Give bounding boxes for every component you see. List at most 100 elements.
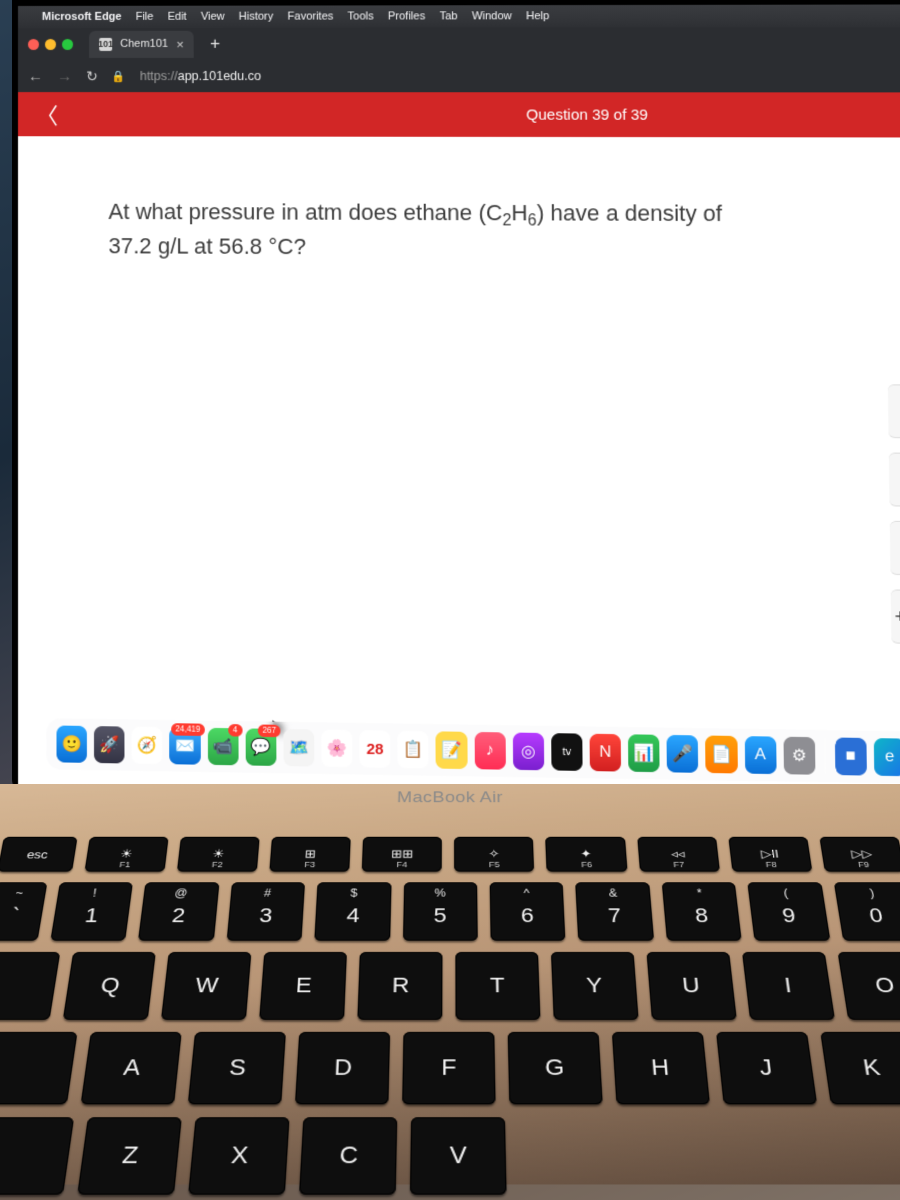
menubar-item[interactable]: Window bbox=[472, 10, 512, 22]
menubar-item[interactable]: Tools bbox=[348, 10, 374, 22]
dock-edge-icon[interactable]: e bbox=[874, 738, 900, 776]
dock-numbers-icon[interactable]: 📊 bbox=[628, 734, 660, 772]
dock-settings-icon[interactable]: ⚙︎ bbox=[783, 737, 815, 775]
dock-finder-icon[interactable]: 🙂 bbox=[56, 725, 87, 762]
menubar-item[interactable]: View bbox=[201, 11, 225, 23]
window-controls bbox=[28, 38, 73, 49]
dock-appstore-icon[interactable]: A bbox=[744, 736, 776, 774]
dock-safari-icon[interactable]: 🧭 bbox=[132, 727, 163, 764]
dock-separator bbox=[824, 738, 825, 773]
keyboard-key: (9 bbox=[747, 882, 830, 940]
menubar-item[interactable]: Edit bbox=[168, 11, 187, 23]
keyboard-key: Q bbox=[63, 952, 156, 1020]
browser-toolbar: ← → ↻ 🔒 https://app.101edu.co bbox=[18, 60, 900, 93]
lock-icon: 🔒 bbox=[112, 70, 126, 83]
menubar-item[interactable]: Profiles bbox=[388, 10, 425, 22]
facetime-badge: 4 bbox=[228, 724, 242, 736]
tab-title: Chem101 bbox=[120, 38, 168, 50]
keyboard-key: #3 bbox=[226, 882, 305, 940]
window-close-button[interactable] bbox=[28, 38, 39, 49]
keyboard-key: J bbox=[716, 1032, 817, 1104]
browser-tab[interactable]: 101 Chem101 × bbox=[89, 30, 194, 57]
dock-news-icon[interactable]: N bbox=[590, 734, 622, 772]
macos-menubar: Microsoft Edge File Edit View History Fa… bbox=[18, 4, 900, 28]
window-minimize-button[interactable] bbox=[45, 38, 56, 49]
question-progress: Question 39 of 39 bbox=[526, 106, 648, 123]
tab-favicon: 101 bbox=[99, 37, 112, 50]
url-bar[interactable]: https://app.101edu.co bbox=[140, 69, 261, 83]
window-zoom-button[interactable] bbox=[62, 38, 73, 49]
keyboard-key: ✧F5 bbox=[454, 837, 534, 872]
dock-reminders-icon[interactable]: 📋 bbox=[398, 731, 429, 769]
keyboard-key: esc bbox=[0, 837, 77, 872]
menubar-item[interactable]: Tab bbox=[439, 10, 457, 22]
browser-tab-strip: 101 Chem101 × + bbox=[18, 27, 900, 60]
keyboard-key: W bbox=[161, 952, 251, 1020]
keyboard-key: ⊞F3 bbox=[269, 837, 351, 872]
menubar-item[interactable]: Help bbox=[526, 10, 549, 22]
dock-tv-icon[interactable]: tv bbox=[551, 733, 583, 771]
keyboard-key: K bbox=[820, 1032, 900, 1104]
dock-pages-icon[interactable]: 📄 bbox=[705, 736, 737, 774]
dock-facetime-icon[interactable]: 📹 4 bbox=[207, 728, 238, 766]
keyboard-key: F bbox=[402, 1032, 495, 1104]
keyboard-key: ☀F2 bbox=[177, 837, 260, 872]
dock-keynote-icon[interactable]: 🎤 bbox=[667, 735, 699, 773]
keyboard-key: H bbox=[612, 1032, 710, 1104]
menubar-item[interactable]: History bbox=[239, 11, 274, 23]
new-tab-button[interactable]: + bbox=[204, 34, 226, 54]
dock-music-icon[interactable]: ♪ bbox=[474, 732, 505, 770]
keyboard-key: %5 bbox=[402, 882, 477, 940]
url-protocol: https:// bbox=[140, 69, 178, 83]
messages-badge: 267 bbox=[258, 724, 280, 736]
answer-keypad: 1 4 7 +/− bbox=[888, 384, 900, 644]
keyboard-key: O bbox=[838, 952, 900, 1020]
dock-notes-icon[interactable]: 📝 bbox=[436, 731, 467, 769]
keypad-button-1[interactable]: 1 bbox=[888, 384, 900, 438]
dock-messages-icon[interactable]: 💬 267 bbox=[245, 728, 276, 766]
laptop-deck: MacBook Air esc☀︎F1☀F2⊞F3⊞⊞F4✧F5✦F6◃◃F7▷… bbox=[0, 784, 900, 1184]
header-back-button[interactable]: 〈 bbox=[36, 98, 58, 130]
keyboard-key: A bbox=[81, 1032, 182, 1104]
keyboard-key: ~` bbox=[0, 882, 47, 940]
menubar-item[interactable]: Favorites bbox=[288, 10, 334, 22]
dock-podcasts-icon[interactable]: ◎ bbox=[513, 733, 545, 771]
keypad-button-7[interactable]: 7 bbox=[890, 521, 900, 575]
keyboard-key: ◃◃F7 bbox=[637, 837, 720, 872]
keyboard-key: Z bbox=[77, 1117, 182, 1195]
menubar-app-name[interactable]: Microsoft Edge bbox=[42, 11, 122, 23]
keyboard-key: D bbox=[295, 1032, 390, 1104]
laptop-model-label: MacBook Air bbox=[0, 784, 900, 806]
nav-reload-button[interactable]: ↻ bbox=[86, 68, 98, 85]
keyboard-key bbox=[0, 1032, 78, 1104]
keyboard-key: ▷▷F9 bbox=[819, 837, 900, 872]
tab-close-icon[interactable]: × bbox=[176, 36, 184, 51]
keyboard-key: !1 bbox=[50, 882, 133, 940]
keyboard-key: V bbox=[410, 1117, 507, 1195]
dock-mail-icon[interactable]: ✉️ 24,419 bbox=[170, 727, 201, 764]
menubar-item[interactable]: File bbox=[136, 11, 154, 23]
dock-zoom-icon[interactable]: ■ bbox=[835, 737, 867, 775]
keyboard-key: @2 bbox=[138, 882, 219, 940]
keypad-button-4[interactable]: 4 bbox=[889, 453, 900, 507]
keyboard-key: &7 bbox=[576, 882, 654, 940]
nav-forward-button[interactable]: → bbox=[57, 68, 72, 85]
keyboard-key bbox=[0, 952, 61, 1020]
keyboard-key: Y bbox=[551, 952, 639, 1020]
keypad-button-sign[interactable]: +/− bbox=[891, 589, 900, 644]
dock-launchpad-icon[interactable]: 🚀 bbox=[94, 726, 125, 763]
keyboard-key: ⊞⊞F4 bbox=[362, 837, 442, 872]
dock-maps-icon[interactable]: 🗺️ bbox=[283, 729, 314, 767]
keyboard-key: C bbox=[299, 1117, 397, 1195]
dock-calendar-icon[interactable]: 28 bbox=[359, 730, 390, 768]
nav-back-button[interactable]: ← bbox=[28, 68, 43, 85]
keyboard-key: ▷IIF8 bbox=[728, 837, 812, 872]
keyboard-key bbox=[0, 1117, 74, 1195]
keyboard-key: *8 bbox=[661, 882, 741, 940]
question-text: At what pressure in atm does ethane (C2H… bbox=[108, 197, 763, 264]
keyboard-key: R bbox=[357, 952, 442, 1020]
dock-photos-icon[interactable]: 🌸 bbox=[321, 730, 352, 768]
question-page: At what pressure in atm does ethane (C2H… bbox=[18, 136, 900, 803]
keyboard-key: $4 bbox=[314, 882, 391, 940]
mail-badge: 24,419 bbox=[171, 723, 204, 735]
